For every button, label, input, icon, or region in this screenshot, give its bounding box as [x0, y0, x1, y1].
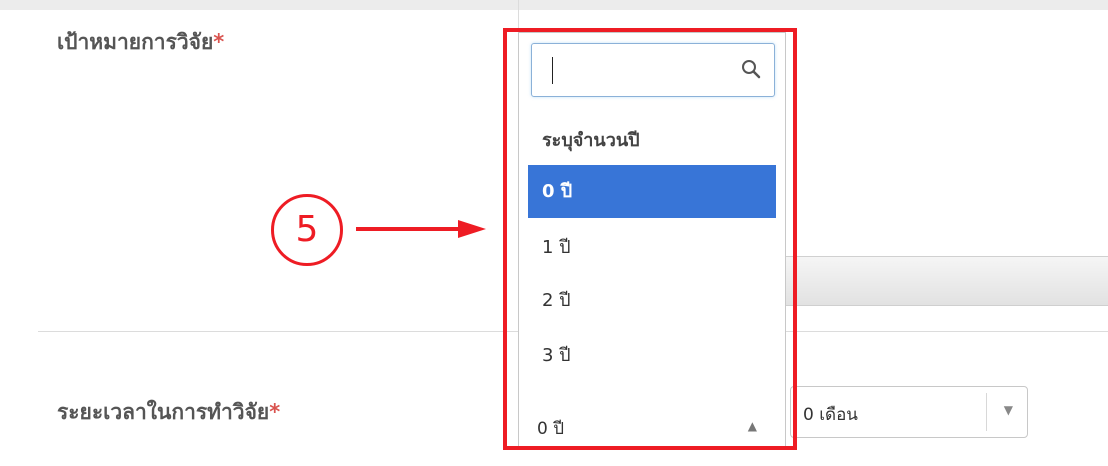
search-icon: [742, 60, 761, 79]
option-0-years[interactable]: 0 ปี: [528, 165, 776, 218]
option-heading: ระบุจำนวนปี: [542, 130, 640, 151]
top-shade: [0, 0, 1108, 10]
year-select[interactable]: 0 ปี ▲: [519, 405, 785, 449]
year-dropdown[interactable]: ระบุจำนวนปี 0 ปี 1 ปี 2 ปี 3 ปี 0 ปี ▲: [518, 32, 786, 450]
research-duration-label: ระยะเวลาในการทำวิจัย*: [57, 396, 280, 429]
research-goal-label: เป้าหมายการวิจัย*: [57, 26, 224, 59]
option-3-years[interactable]: 3 ปี: [528, 329, 776, 382]
year-select-value: 0 ปี: [537, 419, 565, 439]
option-1-year[interactable]: 1 ปี: [528, 221, 776, 274]
dropdown-search-box[interactable]: [531, 43, 775, 97]
chevron-up-icon: ▲: [747, 419, 757, 433]
option-2-years[interactable]: 2 ปี: [528, 274, 776, 327]
grey-bar: [778, 256, 1108, 306]
chevron-down-icon: ▼: [1003, 403, 1013, 417]
research-duration-label-text: ระยะเวลาในการทำวิจัย: [57, 400, 270, 424]
month-select-value: 0 เดือน: [803, 405, 858, 425]
dropdown-search-input[interactable]: [542, 52, 742, 90]
required-mark: *: [213, 30, 225, 54]
research-goal-label-text: เป้าหมายการวิจัย: [57, 30, 214, 54]
step-number-badge: 5: [271, 194, 343, 266]
select-separator: [986, 393, 987, 431]
month-select[interactable]: 0 เดือน ▼: [790, 386, 1028, 438]
required-mark: *: [269, 400, 281, 424]
pointer-arrow-icon: [356, 220, 486, 238]
text-caret: [552, 57, 553, 84]
